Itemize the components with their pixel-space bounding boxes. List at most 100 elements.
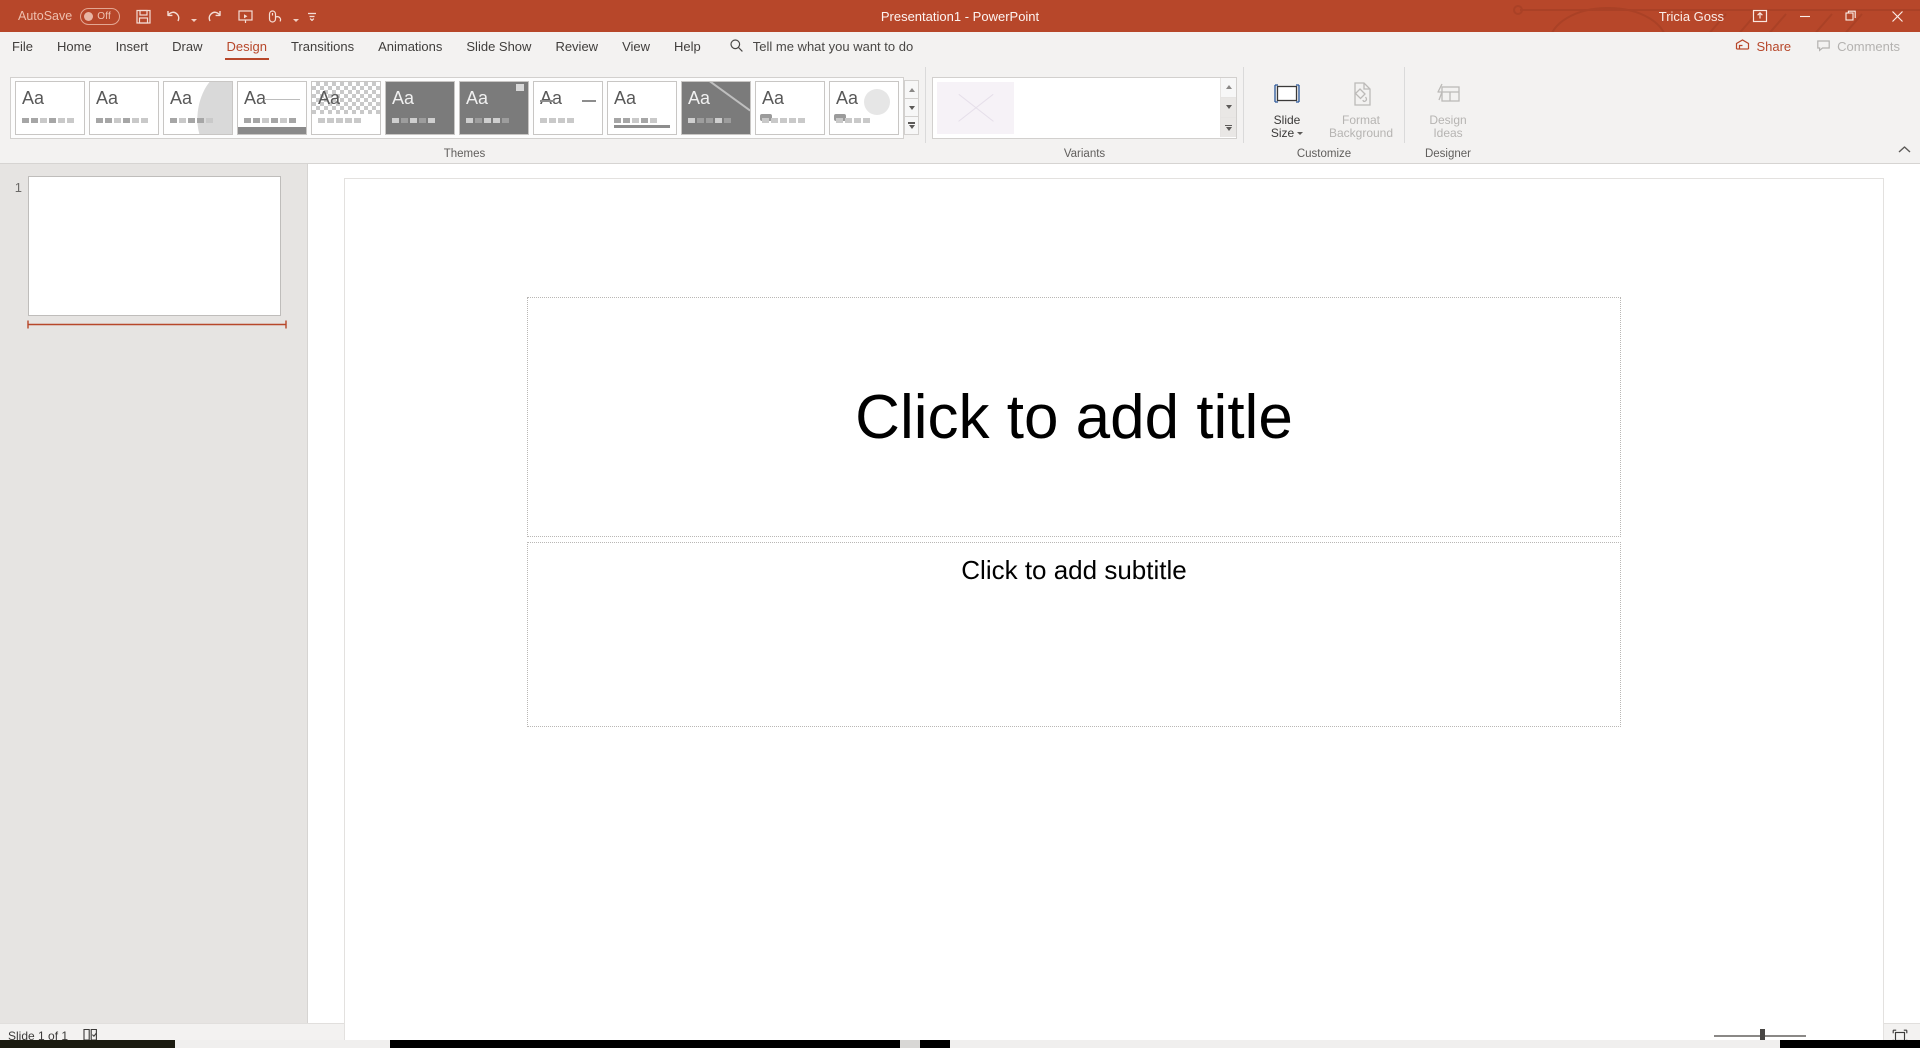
redo-icon[interactable] <box>200 3 230 29</box>
format-background-caption: Format Background <box>1329 112 1393 140</box>
tab-animations[interactable]: Animations <box>366 32 454 61</box>
tab-view[interactable]: View <box>610 32 662 61</box>
slide-size-line2: Size <box>1270 125 1295 140</box>
slide-width-measure-marker <box>27 320 287 329</box>
theme-bars <box>466 117 509 123</box>
theme-sample-text: Aa <box>318 87 341 108</box>
subtitle-placeholder[interactable]: Click to add subtitle <box>527 542 1621 727</box>
tab-draw-label: Draw <box>172 39 203 54</box>
design-ideas-line2: Ideas <box>1433 125 1463 140</box>
theme-right-dash-decoration <box>582 99 596 102</box>
theme-dark-diagonal[interactable]: Aa <box>681 80 751 135</box>
ribbon-group-variants: Variants <box>928 61 1241 163</box>
slide-thumbnail-1[interactable] <box>28 176 281 316</box>
restore-icon[interactable] <box>1828 0 1874 32</box>
design-ideas-button[interactable]: Design Ideas <box>1411 71 1485 140</box>
tab-help[interactable]: Help <box>662 32 713 61</box>
tab-help-label: Help <box>674 39 701 54</box>
theme-sample-text: Aa <box>170 87 193 108</box>
tab-file[interactable]: File <box>0 32 45 61</box>
taskbar-segment <box>1780 1040 1920 1048</box>
more-themes-icon[interactable] <box>904 116 919 135</box>
comments-icon <box>1816 38 1831 56</box>
powerpoint-window: AutoSave Off Presentation1 - PowerPoint … <box>0 0 1920 1048</box>
ribbon-tabs-right: Share Comments <box>1724 32 1920 61</box>
title-placeholder[interactable]: Click to add title <box>527 297 1621 537</box>
theme-quotable[interactable]: Aa <box>533 80 603 135</box>
share-button[interactable]: Share <box>1724 34 1802 60</box>
close-icon[interactable] <box>1874 0 1920 32</box>
undo-dropdown-icon[interactable] <box>188 3 200 29</box>
theme-dark-1[interactable]: Aa <box>385 80 455 135</box>
scroll-down-arrow-icon[interactable] <box>1220 96 1236 118</box>
tab-view-label: View <box>622 39 651 54</box>
touch-mode-icon[interactable] <box>260 3 290 29</box>
design-ideas-caption: Design Ideas <box>1429 112 1467 140</box>
theme-office-2[interactable]: Aa <box>89 80 159 135</box>
themes-group-label: Themes <box>443 148 486 160</box>
tab-home-label: Home <box>56 39 92 54</box>
tell-me-search[interactable]: Tell me what you want to do <box>729 32 913 61</box>
theme-circle[interactable]: Aa <box>829 80 899 135</box>
scroll-down-arrow-icon[interactable] <box>904 98 919 117</box>
slide-thumbnail-pane[interactable]: 1 <box>0 164 308 1023</box>
taskbar-segment <box>900 1040 920 1048</box>
ribbon-display-options-icon[interactable] <box>1738 0 1782 32</box>
theme-office[interactable]: Aa <box>15 80 85 135</box>
tab-file-label: File <box>12 39 33 54</box>
tab-design-label: Design <box>226 39 267 54</box>
group-separator <box>925 67 926 143</box>
tab-slide-show-label: Slide Show <box>466 39 532 54</box>
slide-thumbnail-item[interactable]: 1 <box>0 176 307 316</box>
minimize-icon[interactable] <box>1782 0 1828 32</box>
slide-size-caption: Slide Size <box>1270 113 1303 140</box>
theme-bars <box>614 117 657 123</box>
save-icon[interactable] <box>128 3 158 29</box>
variant-empty[interactable] <box>937 81 1014 134</box>
design-ideas-line1: Design <box>1429 112 1467 127</box>
theme-bars <box>318 117 361 123</box>
share-label: Share <box>1756 39 1792 54</box>
autosave-toggle[interactable]: AutoSave Off <box>10 7 128 25</box>
title-bar: AutoSave Off Presentation1 - PowerPoint … <box>0 0 1920 32</box>
format-background-line1: Format <box>1341 112 1380 127</box>
account-name[interactable]: Tricia Goss <box>1645 9 1738 24</box>
more-variants-icon[interactable] <box>1220 117 1236 138</box>
theme-left-dash-decoration <box>540 99 554 102</box>
theme-tab[interactable]: Aa <box>755 80 825 135</box>
tab-transitions[interactable]: Transitions <box>279 32 366 61</box>
theme-damask[interactable]: Aa <box>311 80 381 135</box>
touch-mode-dropdown-icon[interactable] <box>290 3 302 29</box>
theme-light-1[interactable]: Aa <box>607 80 677 135</box>
slide-canvas-area: Click to add title Click to add subtitle <box>308 164 1920 1045</box>
title-separator: - <box>964 8 970 24</box>
tab-review[interactable]: Review <box>543 32 610 61</box>
theme-bars <box>244 117 296 123</box>
tab-slide-show[interactable]: Slide Show <box>454 32 543 61</box>
tab-draw[interactable]: Draw <box>160 32 214 61</box>
autosave-switch[interactable]: Off <box>80 7 121 25</box>
scroll-up-arrow-icon[interactable] <box>904 80 919 99</box>
collapse-ribbon-icon[interactable] <box>1897 142 1912 160</box>
tab-design[interactable]: Design <box>215 32 279 61</box>
customize-quick-access-toolbar-icon[interactable] <box>302 3 322 29</box>
tab-home[interactable]: Home <box>45 32 104 61</box>
theme-bars <box>836 117 870 123</box>
autosave-knob <box>84 11 94 21</box>
tab-insert[interactable]: Insert <box>104 32 161 61</box>
tab-animations-label: Animations <box>378 39 443 54</box>
format-background-button[interactable]: Format Background <box>1324 71 1398 140</box>
start-from-beginning-icon[interactable] <box>230 3 260 29</box>
slide-size-button[interactable]: Slide Size <box>1250 71 1324 140</box>
theme-dark-2[interactable]: Aa <box>459 80 529 135</box>
theme-bars <box>540 117 574 123</box>
undo-icon[interactable] <box>158 3 188 29</box>
autosave-label: AutoSave <box>18 9 73 23</box>
theme-banded[interactable]: Aa <box>237 80 307 135</box>
slide-editing-surface[interactable]: Click to add title Click to add subtitle <box>344 178 1884 1045</box>
theme-berlin[interactable]: Aa <box>163 80 233 135</box>
scroll-up-arrow-icon[interactable] <box>1220 77 1236 97</box>
zoom-slider[interactable] <box>1714 1029 1806 1043</box>
variants-gallery <box>932 76 1237 139</box>
comments-button[interactable]: Comments <box>1806 35 1910 59</box>
